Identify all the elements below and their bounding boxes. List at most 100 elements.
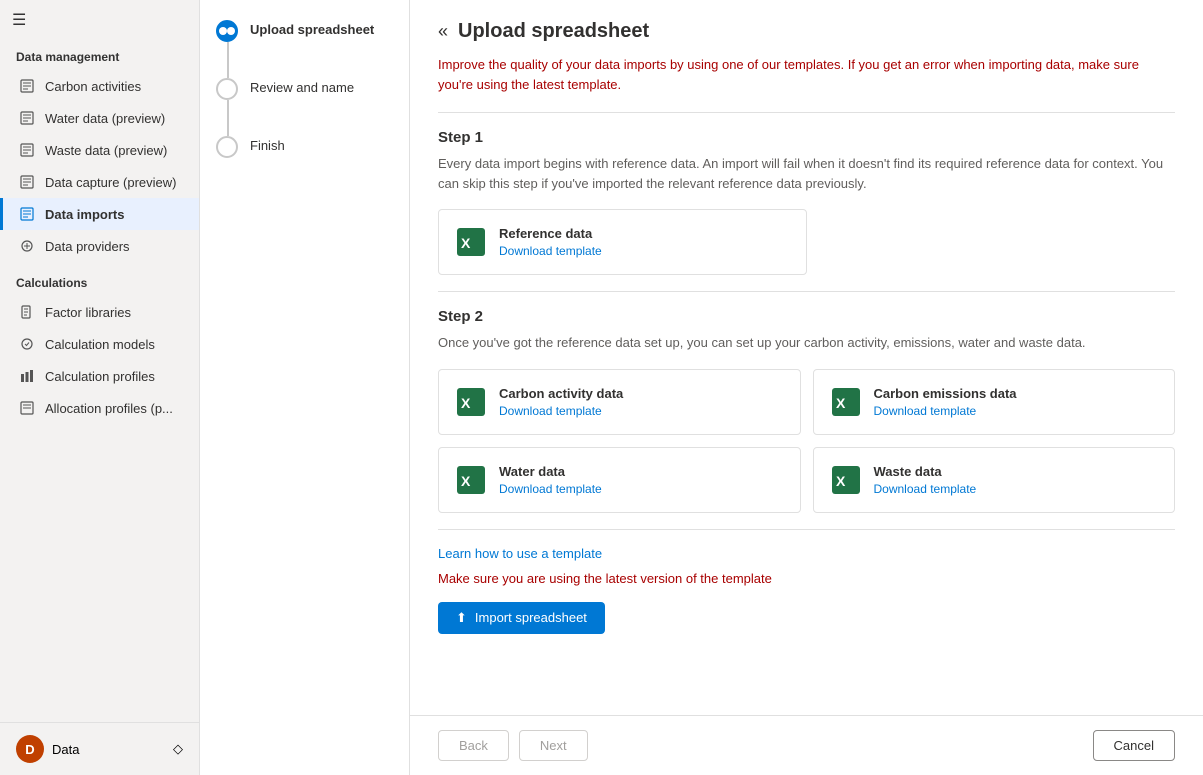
- factor-libraries-icon: [19, 304, 35, 320]
- excel-icon-water: X: [455, 464, 487, 496]
- carbon-activity-card-text: Carbon activity data Download template: [499, 386, 623, 418]
- carbon-emissions-card-text: Carbon emissions data Download template: [874, 386, 1017, 418]
- hamburger-icon[interactable]: ☰: [12, 10, 26, 30]
- carbon-activity-title: Carbon activity data: [499, 386, 623, 401]
- excel-icon-reference: X: [455, 226, 487, 258]
- divider-3: [438, 529, 1175, 530]
- stepper-item-finish: Finish: [216, 136, 393, 158]
- sidebar-bottom: D Data ◇: [0, 722, 199, 775]
- sidebar-item-label: Water data (preview): [45, 111, 165, 126]
- svg-text:X: X: [461, 235, 471, 251]
- sidebar-item-water-data[interactable]: Water data (preview): [0, 102, 199, 134]
- stepper-panel: Upload spreadsheet Review and name Finis…: [200, 0, 410, 775]
- import-spreadsheet-button[interactable]: ⬆ Import spreadsheet: [438, 602, 605, 634]
- main-area: Upload spreadsheet Review and name Finis…: [200, 0, 1203, 775]
- sidebar-item-label: Data capture (preview): [45, 175, 177, 190]
- svg-text:X: X: [836, 473, 846, 489]
- chevron-icon: ◇: [173, 741, 183, 757]
- step1-description: Every data import begins with reference …: [438, 154, 1175, 193]
- stepper-circle-finish: [216, 136, 238, 158]
- carbon-emissions-title: Carbon emissions data: [874, 386, 1017, 401]
- data-imports-icon: [19, 206, 35, 222]
- reference-data-card-text: Reference data Download template: [499, 226, 602, 258]
- stepper-connector-1: [227, 42, 229, 78]
- avatar: D: [16, 735, 44, 763]
- stepper-label-finish: Finish: [250, 136, 285, 153]
- reference-data-card[interactable]: X Reference data Download template: [438, 209, 807, 275]
- page-header: « Upload spreadsheet: [438, 20, 1175, 43]
- svg-text:X: X: [461, 473, 471, 489]
- waste-data-icon: [19, 142, 35, 158]
- sidebar: ☰ Data management Carbon activities Wate…: [0, 0, 200, 775]
- sidebar-item-data-imports[interactable]: Data imports: [0, 198, 199, 230]
- warning-text: Make sure you are using the latest versi…: [438, 571, 1175, 586]
- sidebar-item-calculation-models[interactable]: Calculation models: [0, 328, 199, 360]
- upload-icon: ⬆: [456, 610, 467, 626]
- user-name: Data: [52, 742, 79, 757]
- step2-heading: Step 2: [438, 308, 1175, 325]
- divider-2: [438, 291, 1175, 292]
- cancel-button[interactable]: Cancel: [1093, 730, 1175, 761]
- sidebar-item-data-providers[interactable]: Data providers: [0, 230, 199, 262]
- info-banner: Improve the quality of your data imports…: [438, 55, 1175, 94]
- stepper-item-upload: Upload spreadsheet: [216, 20, 393, 42]
- calculation-profiles-icon: [19, 368, 35, 384]
- stepper-label-upload: Upload spreadsheet: [250, 20, 374, 37]
- waste-data-card[interactable]: X Waste data Download template: [813, 447, 1176, 513]
- stepper-connector-2: [227, 100, 229, 136]
- excel-icon-carbon-emissions: X: [830, 386, 862, 418]
- content-panel: « Upload spreadsheet Improve the quality…: [410, 0, 1203, 775]
- sidebar-item-label: Carbon activities: [45, 79, 141, 94]
- water-data-card[interactable]: X Water data Download template: [438, 447, 801, 513]
- waste-card-text: Waste data Download template: [874, 464, 977, 496]
- excel-icon-carbon-activity: X: [455, 386, 487, 418]
- svg-text:X: X: [461, 395, 471, 411]
- sidebar-item-factor-libraries[interactable]: Factor libraries: [0, 296, 199, 328]
- next-button[interactable]: Next: [519, 730, 588, 761]
- water-data-icon: [19, 110, 35, 126]
- step1-heading: Step 1: [438, 129, 1175, 146]
- stepper-label-review: Review and name: [250, 78, 354, 95]
- carbon-activity-card[interactable]: X Carbon activity data Download template: [438, 369, 801, 435]
- allocation-profiles-icon: [19, 400, 35, 416]
- sidebar-item-calculation-profiles[interactable]: Calculation profiles: [0, 360, 199, 392]
- sidebar-item-label: Allocation profiles (p...: [45, 401, 173, 416]
- water-download-link[interactable]: Download template: [499, 482, 602, 496]
- sidebar-item-label: Calculation models: [45, 337, 155, 352]
- waste-title: Waste data: [874, 464, 977, 479]
- svg-text:X: X: [836, 395, 846, 411]
- back-button[interactable]: Back: [438, 730, 509, 761]
- sidebar-item-data-capture[interactable]: Data capture (preview): [0, 166, 199, 198]
- data-providers-icon: [19, 238, 35, 254]
- sidebar-item-label: Factor libraries: [45, 305, 131, 320]
- sidebar-item-label: Data providers: [45, 239, 130, 254]
- import-button-label: Import spreadsheet: [475, 610, 587, 625]
- carbon-emissions-card[interactable]: X Carbon emissions data Download templat…: [813, 369, 1176, 435]
- content-inner: « Upload spreadsheet Improve the quality…: [410, 0, 1203, 715]
- waste-download-link[interactable]: Download template: [874, 482, 977, 496]
- user-info[interactable]: D Data: [16, 735, 79, 763]
- carbon-activities-icon: [19, 78, 35, 94]
- sidebar-item-waste-data[interactable]: Waste data (preview): [0, 134, 199, 166]
- carbon-emissions-download-link[interactable]: Download template: [874, 404, 1017, 418]
- back-arrow-icon[interactable]: «: [438, 21, 448, 42]
- sidebar-item-carbon-activities[interactable]: Carbon activities: [0, 70, 199, 102]
- sidebar-item-label: Waste data (preview): [45, 143, 167, 158]
- carbon-activity-download-link[interactable]: Download template: [499, 404, 623, 418]
- sidebar-header: ☰: [0, 0, 199, 36]
- water-title: Water data: [499, 464, 602, 479]
- sidebar-item-label: Calculation profiles: [45, 369, 155, 384]
- page-title: Upload spreadsheet: [458, 20, 649, 43]
- stepper-circle-upload: [216, 20, 238, 42]
- data-management-section-label: Data management: [0, 36, 199, 70]
- divider-1: [438, 112, 1175, 113]
- stepper-circle-review: [216, 78, 238, 100]
- reference-data-download-link[interactable]: Download template: [499, 244, 602, 258]
- calculation-models-icon: [19, 336, 35, 352]
- excel-icon-waste: X: [830, 464, 862, 496]
- content-footer: Back Next Cancel: [410, 715, 1203, 775]
- sidebar-item-allocation-profiles[interactable]: Allocation profiles (p...: [0, 392, 199, 424]
- sidebar-item-label: Data imports: [45, 207, 124, 222]
- learn-how-link[interactable]: Learn how to use a template: [438, 546, 602, 561]
- calculations-section-label: Calculations: [0, 262, 199, 296]
